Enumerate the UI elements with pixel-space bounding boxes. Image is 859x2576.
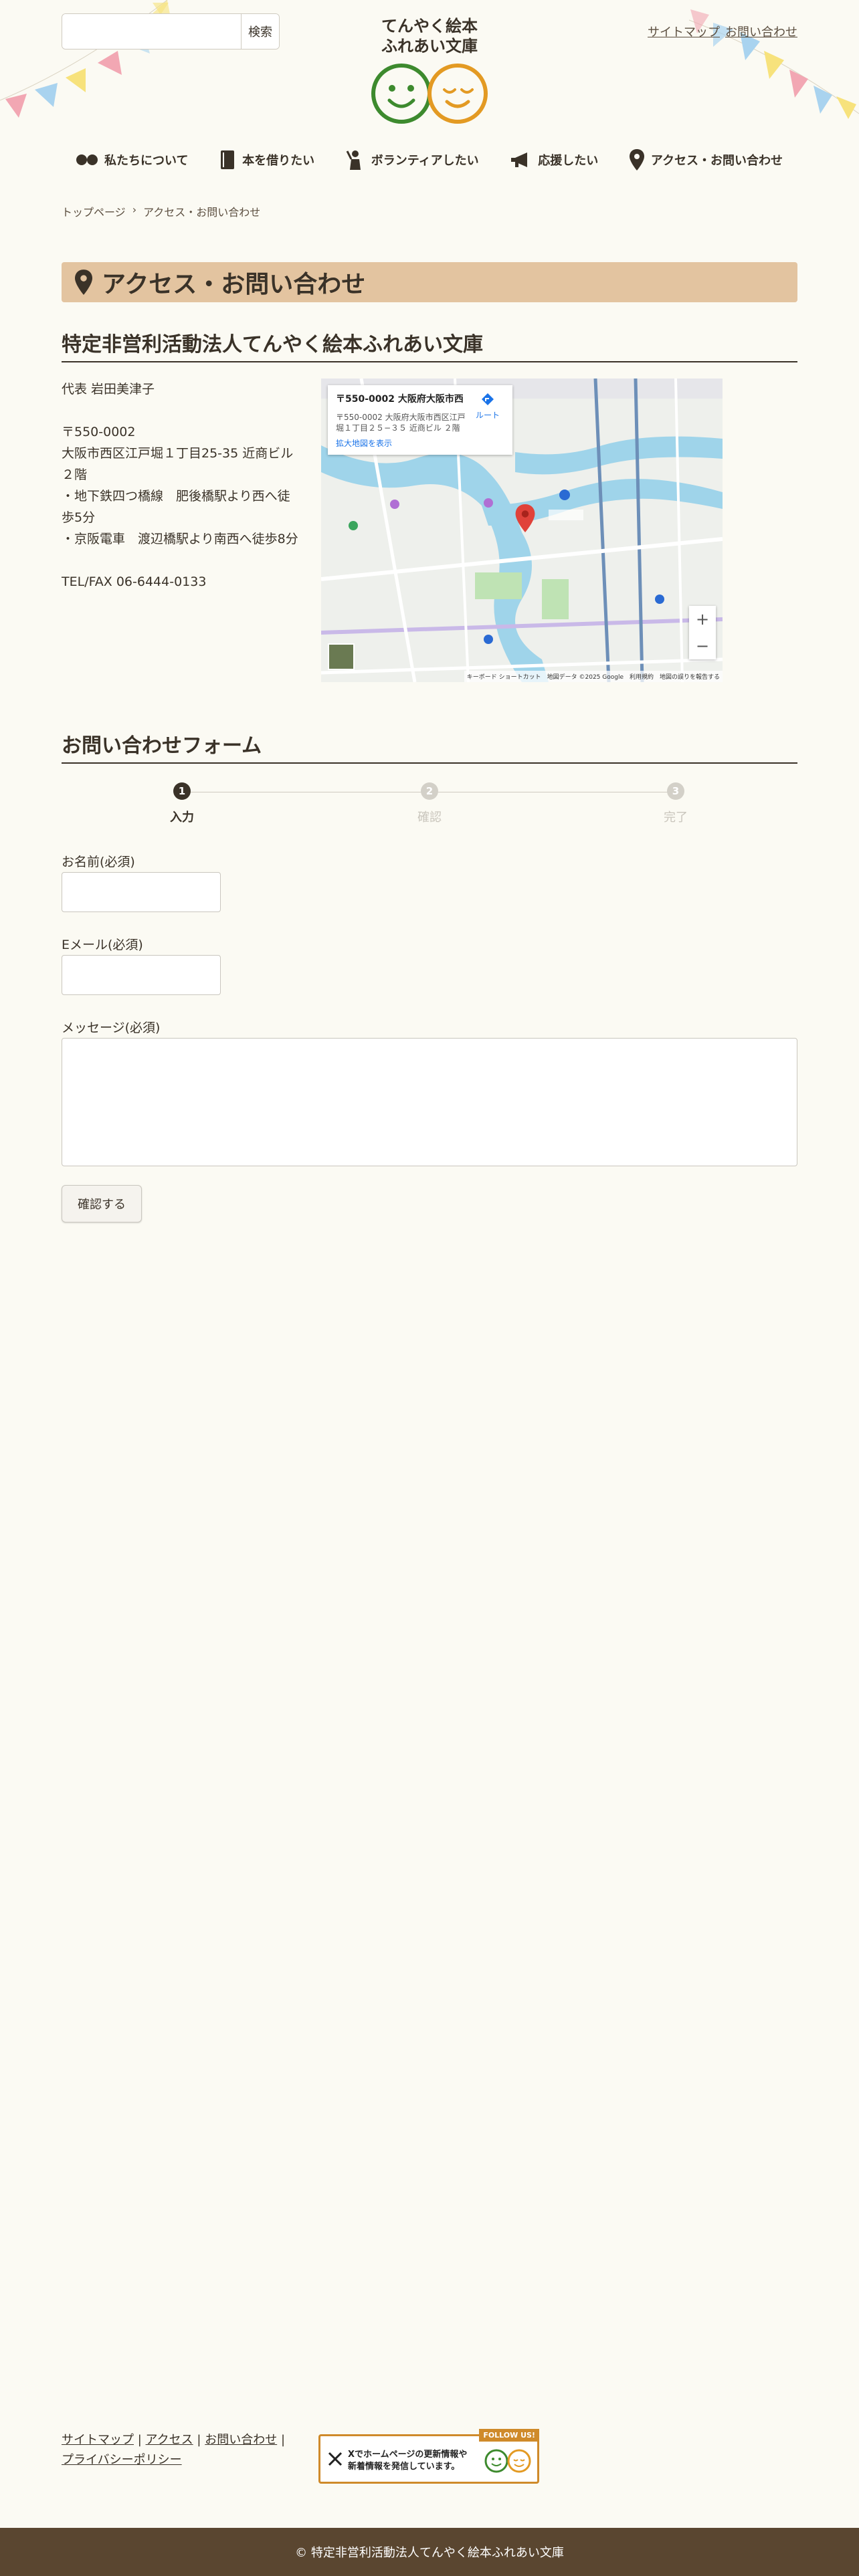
zoom-control: + −	[689, 606, 716, 659]
org-info: 代表 岩田美津子 〒550-0002 大阪市西区江戸堀１丁目25-35 近商ビル…	[62, 379, 302, 593]
name-label: お名前(必須)	[62, 855, 135, 869]
map-card-address: 〒550-0002 大阪府大阪市西区江戸堀１丁目２５−３５ 近商ビル ２階	[336, 413, 466, 433]
footer-separator: |	[137, 2433, 142, 2447]
faces-icon	[484, 2449, 531, 2473]
book-icon	[221, 150, 235, 169]
nav-item-volunteer[interactable]: ボランティアしたい	[331, 150, 494, 170]
email-label: Eメール(必須)	[62, 938, 143, 952]
zoom-in-button[interactable]: +	[689, 606, 716, 633]
logo-text-line2: ふれあい文庫	[381, 37, 478, 56]
org-title: 特定非営利活動法人てんやく絵本ふれあい文庫	[62, 328, 797, 362]
step-confirm: 2 確認	[389, 782, 470, 825]
footer-link-sitemap[interactable]: サイトマップ	[62, 2433, 134, 2447]
breadcrumb: トップページ › アクセス・お問い合わせ	[62, 203, 260, 219]
step-label: 確認	[417, 811, 442, 825]
representative: 代表 岩田美津子	[62, 382, 155, 397]
x-follow-banner[interactable]: FOLLOW US! Xでホームページの更新情報や 新着情報を発信しています。	[318, 2429, 541, 2485]
access-subway: ・地下鉄四つ橋線 肥後橋駅より西へ徒歩5分	[62, 489, 290, 525]
map-marker-icon[interactable]	[515, 504, 535, 532]
form-title: お問い合わせフォーム	[62, 729, 797, 764]
breadcrumb-current: アクセス・お問い合わせ	[143, 206, 261, 219]
email-field[interactable]	[62, 955, 221, 995]
main-nav: 私たちについて 本を借りたい ボランティアしたい 応援したい アクセス・お問い合…	[62, 143, 797, 177]
message-field[interactable]	[62, 1038, 797, 1166]
map-pin-icon	[75, 270, 92, 295]
footer-links: サイトマップ | アクセス | お問い合わせ | プライバシーポリシー	[62, 2430, 302, 2470]
confirm-button[interactable]: 確認する	[62, 1185, 142, 1222]
copyright-text: © 特定非営利活動法人てんやく絵本ふれあい文庫	[295, 2546, 564, 2560]
bunting-right-decoration	[689, 9, 859, 119]
sitemap-link[interactable]: サイトマップ	[648, 23, 720, 40]
access-keihan: ・京阪電車 渡辺橋駅より南西へ徒歩8分	[62, 532, 298, 546]
nav-item-support[interactable]: 応援したい	[495, 151, 613, 169]
site-logo[interactable]: てんやく絵本 ふれあい文庫	[361, 16, 498, 128]
map-info-card: 〒550-0002 大阪府大阪市西区... 〒550-0002 大阪府大阪市西区…	[328, 385, 512, 455]
search-button[interactable]: 検索	[241, 14, 279, 49]
logo-text-line1: てんやく絵本	[381, 17, 478, 35]
megaphone-icon	[511, 152, 528, 167]
step-number: 2	[421, 782, 438, 800]
step-number: 3	[667, 782, 684, 800]
breadcrumb-separator: ›	[132, 203, 137, 216]
nav-item-about[interactable]: 私たちについて	[62, 151, 203, 169]
contact-link[interactable]: お問い合わせ	[725, 23, 797, 40]
header-links: サイトマップ お問い合わせ	[648, 23, 797, 40]
postal-code: 〒550-0002	[62, 425, 136, 439]
address: 大阪市西区江戸堀１丁目25-35 近商ビル２階	[62, 446, 294, 482]
page-title: アクセス・お問い合わせ	[102, 271, 366, 298]
breadcrumb-home[interactable]: トップページ	[62, 203, 126, 219]
route-label[interactable]: ルート	[471, 409, 504, 433]
nav-item-borrow[interactable]: 本を借りたい	[205, 150, 329, 170]
enlarge-map-link[interactable]: 拡大地図を表示	[336, 437, 504, 449]
nav-item-label: 本を借りたい	[242, 154, 315, 168]
banner-text-line1: Xでホームページの更新情報や	[348, 2450, 468, 2460]
nav-item-label: 私たちについて	[104, 154, 189, 168]
nav-item-access[interactable]: アクセス・お問い合わせ	[615, 149, 797, 171]
search-input[interactable]	[62, 14, 241, 49]
map-card-title: 〒550-0002 大阪府大阪市西区...	[336, 394, 463, 405]
footer-link-access[interactable]: アクセス	[146, 2433, 193, 2447]
zoom-out-button[interactable]: −	[689, 633, 716, 659]
map-layer-toggle[interactable]	[328, 643, 355, 670]
footer-copyright-bar: © 特定非営利活動法人てんやく絵本ふれあい文庫	[0, 2528, 859, 2576]
message-label: メッセージ(必須)	[62, 1021, 161, 1035]
search-form: 検索	[62, 13, 280, 49]
logo-faces-icon	[371, 64, 488, 124]
step-complete: 3 完了	[636, 782, 716, 825]
map-pin-icon	[629, 149, 644, 171]
tel-fax: TEL/FAX 06-6444-0133	[62, 574, 207, 589]
route-button[interactable]	[471, 392, 504, 409]
footer-link-contact[interactable]: お問い合わせ	[205, 2433, 277, 2447]
nav-item-label: ボランティアしたい	[371, 154, 479, 168]
banner-text-line2: 新着情報を発信しています。	[348, 2462, 460, 2472]
footer-separator: |	[280, 2433, 286, 2447]
volunteer-icon	[346, 150, 361, 170]
step-number: 1	[173, 782, 191, 800]
step-label: 入力	[170, 811, 194, 825]
page-title-bar: アクセス・お問い合わせ	[62, 262, 797, 302]
dots-icon	[76, 154, 98, 165]
directions-icon	[482, 393, 494, 405]
map-attribution: キーボード ショートカット 地図データ ©2025 Google 利用規約 地図…	[464, 671, 723, 682]
follow-badge: FOLLOW US!	[479, 2429, 539, 2442]
nav-item-label: 応援したい	[538, 154, 599, 168]
form-steps: 1 入力 2 確認 3 完了	[62, 776, 797, 829]
footer-link-privacy[interactable]: プライバシーポリシー	[62, 2453, 182, 2467]
step-input: 1 入力	[142, 782, 222, 825]
footer-separator: |	[197, 2433, 201, 2447]
step-label: 完了	[664, 811, 688, 825]
google-map[interactable]: 〒550-0002 大阪府大阪市西区... 〒550-0002 大阪府大阪市西区…	[321, 379, 723, 682]
nav-item-label: アクセス・お問い合わせ	[650, 154, 783, 168]
name-field[interactable]	[62, 872, 221, 912]
x-logo-icon	[328, 2452, 343, 2466]
